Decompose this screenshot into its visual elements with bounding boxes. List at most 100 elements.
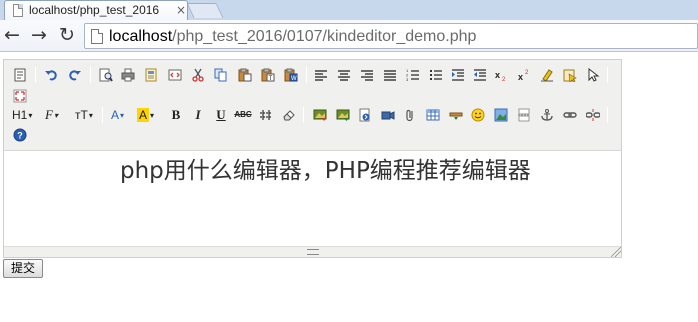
clear-format-icon[interactable] [539, 67, 555, 83]
multi-image-icon[interactable] [335, 107, 351, 123]
svg-text:2: 2 [502, 77, 506, 82]
image-icon[interactable] [312, 107, 328, 123]
help-icon[interactable]: ? [12, 127, 28, 143]
underline-button[interactable]: U [213, 107, 229, 123]
address-bar[interactable]: localhost/php_test_2016/0107/kindeditor_… [84, 23, 698, 49]
unlink-icon[interactable] [585, 107, 601, 123]
browser-window: localhost/php_test_2016 × ← → ↻ localhos… [0, 0, 698, 322]
outdent-icon[interactable] [472, 67, 488, 83]
toolbar-separator [306, 67, 307, 83]
pointer-icon[interactable] [585, 67, 601, 83]
back-button[interactable]: ← [2, 25, 22, 45]
preview-icon[interactable] [98, 67, 114, 83]
svg-text:x: x [518, 72, 523, 82]
font-size-dropdown[interactable]: тT▾ [75, 107, 93, 123]
ordered-list-icon[interactable]: 123 [405, 67, 421, 83]
navigation-bar: ← → ↻ localhost/php_test_2016/0107/kinde… [0, 20, 698, 52]
superscript-icon[interactable]: x2 [517, 67, 533, 83]
copy-icon[interactable] [213, 67, 229, 83]
source-icon[interactable] [12, 67, 28, 83]
font-color-dropdown[interactable]: A▾ [111, 107, 124, 123]
eraser-icon[interactable] [281, 107, 297, 123]
heading-label: H1 [12, 108, 28, 122]
page-icon [91, 29, 103, 44]
cut-icon[interactable] [190, 67, 206, 83]
toolbar-separator [102, 107, 103, 123]
chevron-down-icon: ▾ [120, 110, 125, 120]
undo-icon[interactable] [43, 67, 59, 83]
attachment-icon[interactable] [402, 107, 418, 123]
url-path: /php_test_2016/0107/kindeditor_demo.php [172, 28, 477, 45]
code-icon[interactable] [167, 67, 183, 83]
paste-word-icon[interactable]: W [283, 67, 299, 83]
chevron-down-icon: ▾ [88, 110, 93, 120]
strikethrough-button[interactable]: ABC [234, 107, 251, 123]
font-name-dropdown[interactable]: F▾ [45, 107, 58, 123]
unordered-list-icon[interactable] [428, 67, 444, 83]
toolbar-separator [607, 67, 608, 83]
align-right-icon[interactable] [359, 67, 375, 83]
new-tab-button[interactable] [186, 3, 224, 18]
svg-text:3: 3 [406, 77, 409, 82]
media-icon[interactable] [380, 107, 396, 123]
emoticon-icon[interactable] [470, 107, 486, 123]
font-name-label: F [45, 107, 53, 122]
font-size-label: тT [75, 108, 88, 122]
reload-button[interactable]: ↻ [57, 25, 77, 45]
paste-plain-icon[interactable]: T [260, 67, 276, 83]
justify-icon[interactable] [382, 67, 398, 83]
redo-icon[interactable] [67, 67, 83, 83]
tab-strip: localhost/php_test_2016 × [0, 0, 698, 20]
chevron-down-icon: ▾ [28, 110, 33, 120]
table-icon[interactable] [425, 107, 441, 123]
horizontal-rule-icon[interactable] [258, 107, 274, 123]
svg-text:?: ? [17, 131, 23, 141]
subscript-icon[interactable]: x2 [494, 67, 510, 83]
pagebreak-icon[interactable] [516, 107, 532, 123]
toolbar-separator [90, 67, 91, 83]
toolbar-separator [303, 107, 304, 123]
url-host: localhost [109, 28, 173, 45]
align-left-icon[interactable] [313, 67, 329, 83]
highlight-label: A [137, 108, 150, 122]
page-favicon-icon [13, 4, 23, 17]
resize-grip-icon[interactable] [611, 247, 621, 257]
image-manager-icon[interactable] [493, 107, 509, 123]
flash-icon[interactable] [357, 107, 373, 123]
svg-text:x: x [495, 70, 500, 80]
insert-hr-icon[interactable] [448, 107, 464, 123]
heading-dropdown[interactable]: H1▾ [12, 107, 32, 123]
link-icon[interactable] [562, 107, 578, 123]
svg-text:W: W [291, 76, 297, 82]
tab-title: localhost/php_test_2016 [29, 3, 160, 17]
select-all-icon[interactable] [562, 67, 578, 83]
print-icon[interactable] [120, 67, 136, 83]
tab-close-icon[interactable]: × [174, 3, 188, 17]
editor-statusbar [4, 246, 621, 257]
highlight-dropdown[interactable]: A ▾ [137, 107, 154, 123]
browser-tab[interactable]: localhost/php_test_2016 × [4, 0, 188, 20]
align-center-icon[interactable] [336, 67, 352, 83]
fullscreen-icon[interactable] [12, 88, 28, 104]
font-color-label: A [111, 108, 120, 122]
forward-button[interactable]: → [29, 25, 49, 45]
indent-icon[interactable] [450, 67, 466, 83]
template-icon[interactable] [143, 67, 159, 83]
submit-button[interactable]: 提交 [3, 259, 43, 278]
bold-button[interactable]: B [168, 107, 184, 123]
chevron-down-icon: ▾ [150, 110, 155, 120]
italic-button[interactable]: I [190, 107, 206, 123]
editor-resize-drag-icon[interactable] [307, 249, 319, 255]
paste-icon[interactable] [237, 67, 253, 83]
kindeditor: T W 123 x 2 x 2 H1▾ F▾ тT▾ A▾ A ▾ B I U … [3, 59, 622, 258]
chevron-down-icon: ▾ [53, 111, 58, 121]
editor-content-area[interactable]: php用什么编辑器，PHP编程推荐编辑器 [4, 150, 621, 246]
editor-toolbar: T W 123 x 2 x 2 H1▾ F▾ тT▾ A▾ A ▾ B I U … [4, 60, 621, 150]
anchor-icon[interactable] [539, 107, 555, 123]
url-text[interactable]: localhost/php_test_2016/0107/kindeditor_… [109, 27, 476, 47]
svg-text:2: 2 [525, 70, 529, 76]
toolbar-separator [607, 107, 608, 123]
toolbar-separator [35, 67, 36, 83]
svg-text:T: T [269, 76, 273, 82]
editor-content-text[interactable]: php用什么编辑器，PHP编程推荐编辑器 [120, 153, 531, 189]
